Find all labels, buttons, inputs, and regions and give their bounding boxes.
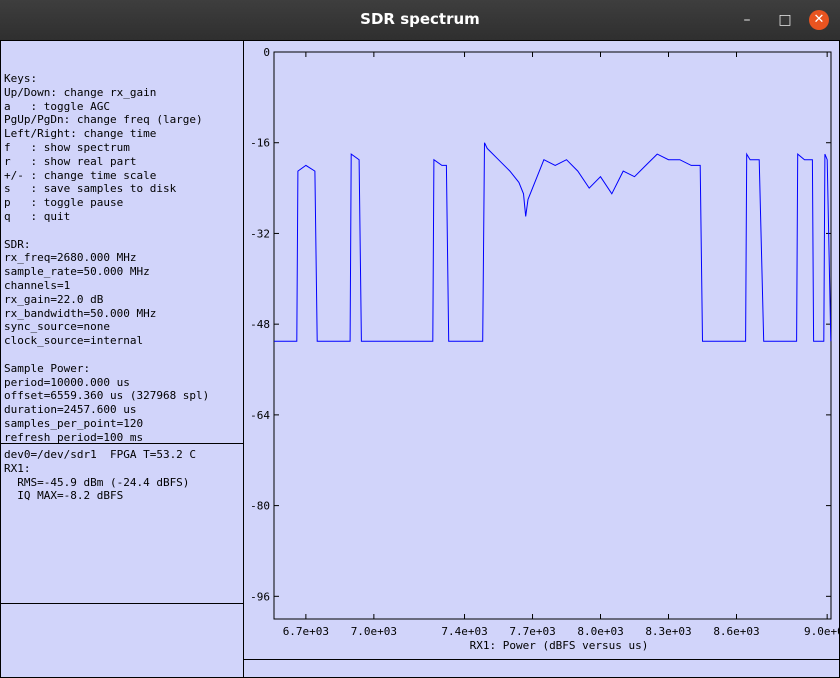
y-tick-label: -16 — [250, 137, 270, 150]
power-chart: 0 -16 -32 -48 -64 -80 -96 6.7e+03 7.0e+03 7.4e+0… — [250, 46, 840, 652]
status-text: dev0=/dev/sdr1 FPGA T=53.2 C RX1: RMS=-4… — [4, 448, 197, 503]
minimize-icon[interactable]: – — [737, 10, 757, 30]
y-axis: 0 -16 -32 -48 -64 -80 -96 — [250, 46, 831, 603]
title-bar: SDR spectrum – □ ✕ — [0, 0, 840, 40]
rx1-power-trace — [274, 142, 832, 342]
y-tick-label: -48 — [250, 318, 270, 331]
x-tick-label: 7.4e+03 — [441, 625, 487, 638]
close-icon[interactable]: ✕ — [809, 10, 829, 30]
x-tick-label: 9.0e+03 — [804, 625, 840, 638]
y-tick-label: -80 — [250, 500, 270, 513]
maximize-icon[interactable]: □ — [775, 10, 795, 30]
x-tick-label: 6.7e+03 — [283, 625, 329, 638]
x-tick-label: 8.6e+03 — [713, 625, 759, 638]
window-title: SDR spectrum — [360, 10, 480, 28]
x-tick-label: 7.7e+03 — [509, 625, 555, 638]
x-axis-label: RX1: Power (dBFS versus us) — [470, 639, 649, 652]
y-tick-label: -64 — [250, 409, 270, 422]
status-panel: dev0=/dev/sdr1 FPGA T=53.2 C RX1: RMS=-4… — [0, 443, 244, 604]
x-tick-label: 8.3e+03 — [645, 625, 691, 638]
x-tick-label: 8.0e+03 — [577, 625, 623, 638]
y-tick-label: -32 — [250, 227, 270, 240]
x-tick-label: 7.0e+03 — [351, 625, 397, 638]
empty-panel — [0, 603, 244, 678]
y-tick-label: 0 — [263, 46, 270, 59]
info-panel: Keys: Up/Down: change rx_gain a : toggle… — [0, 40, 244, 444]
plot-frame — [273, 51, 832, 620]
y-tick-label: -96 — [250, 590, 270, 603]
x-axis: 6.7e+03 7.0e+03 7.4e+03 7.7e+03 8.0e+03 8.3e+… — [283, 52, 840, 638]
info-text: Keys: Up/Down: change rx_gain a : toggle… — [4, 72, 210, 444]
bottom-panel — [243, 659, 840, 678]
